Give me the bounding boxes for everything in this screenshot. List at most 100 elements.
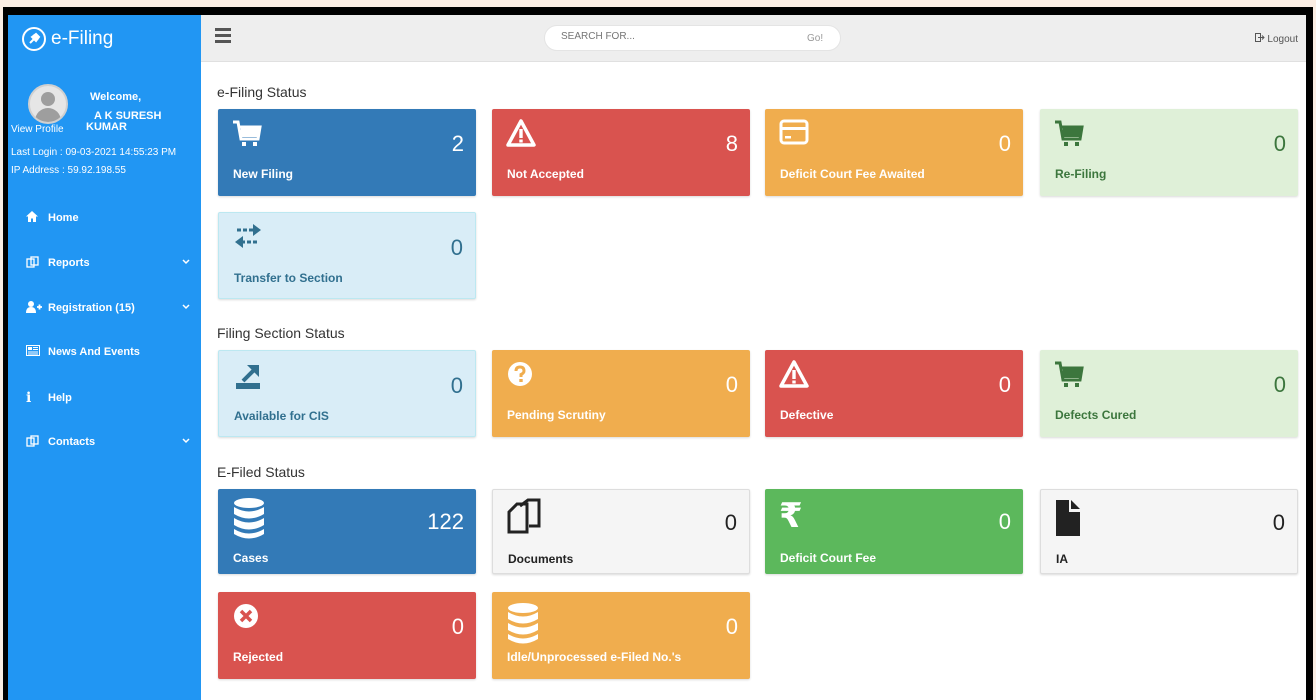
sidebar-item-reports[interactable]: Reports (8, 248, 201, 278)
sidebar-item-label: Registration (15) (48, 302, 135, 314)
count: 0 (1272, 510, 1285, 535)
cart-icon (232, 119, 262, 154)
sidebar-item-label: Help (48, 392, 72, 404)
database-icon (506, 602, 540, 651)
count: 0 (725, 614, 738, 639)
search-box: Go! (544, 25, 841, 51)
tile-label: Deficit Court Fee (780, 551, 877, 565)
go-button[interactable]: Go! (807, 33, 823, 44)
sidebar-item-registration[interactable]: Registration (15) (8, 293, 201, 323)
tile-label: Transfer to Section (234, 271, 343, 285)
sign-out-icon (1254, 33, 1268, 45)
last-login: Last Login : 09-03-2021 14:55:23 PM (11, 147, 177, 158)
tile-deficit-court-fee-awaited[interactable]: 0 Deficit Court Fee Awaited (765, 109, 1023, 196)
sidebar-item-label: Home (48, 212, 79, 224)
brand-title: e-Filing (51, 27, 114, 49)
count: 0 (1273, 372, 1286, 397)
welcome-text: Welcome, (90, 91, 142, 103)
avatar[interactable] (28, 84, 68, 124)
gavel-logo-icon (22, 26, 46, 51)
rupee-icon: ₹ (779, 496, 803, 536)
home-icon (26, 211, 48, 225)
tile-not-accepted[interactable]: 8 Not Accepted (492, 109, 750, 196)
tile-label: Cases (233, 551, 269, 565)
tile-label: Rejected (233, 650, 284, 664)
tile-label: Pending Scrutiny (507, 408, 606, 422)
tile-idle-unprocessed[interactable]: 0 Idle/Unprocessed e-Filed No.'s (492, 592, 750, 679)
sidebar-item-label: Reports (48, 257, 90, 269)
exchange-icon (233, 223, 263, 254)
files-icon (507, 498, 541, 543)
count: 0 (998, 509, 1011, 534)
tile-label: Available for CIS (234, 409, 329, 423)
sidebar-item-label: News And Events (48, 346, 140, 358)
count: 0 (998, 372, 1011, 397)
warning-icon (779, 360, 809, 393)
info-icon: i (26, 390, 32, 406)
copy-icon (26, 434, 48, 450)
count: 0 (724, 510, 737, 535)
count: 2 (451, 131, 464, 156)
question-circle-icon (506, 360, 536, 395)
tile-ia[interactable]: 0 IA (1040, 489, 1298, 574)
count: 0 (1273, 131, 1286, 156)
tile-deficit-court-fee[interactable]: ₹ 0 Deficit Court Fee (765, 489, 1023, 574)
tile-pending-scrutiny[interactable]: 0 Pending Scrutiny (492, 350, 750, 437)
section-title-efiling: e-Filing Status (217, 84, 307, 100)
logout-label: Logout (1267, 34, 1298, 45)
sidebar-item-label: Contacts (48, 436, 96, 448)
tile-new-filing[interactable]: 2 New Filing (218, 109, 476, 196)
menu-toggle-icon[interactable] (215, 28, 231, 43)
user-name: A K SURESH KUMAR (86, 110, 162, 133)
logout-button[interactable]: Logout (1254, 33, 1298, 45)
brand[interactable]: e-Filing (8, 15, 201, 62)
copy-icon (26, 255, 48, 271)
warning-icon (506, 119, 536, 152)
cart-icon (1054, 360, 1084, 395)
sidebar-item-help[interactable]: i Help (8, 383, 201, 413)
section-title-efiled: E-Filed Status (217, 464, 305, 480)
chevron-down-icon (182, 438, 190, 444)
sidebar-item-news[interactable]: News And Events (8, 337, 201, 367)
tile-re-filing[interactable]: 0 Re-Filing (1040, 109, 1298, 196)
credit-card-icon (779, 119, 809, 150)
search-input[interactable] (561, 31, 781, 42)
tile-documents[interactable]: 0 Documents (492, 489, 750, 574)
tile-label: Deficit Court Fee Awaited (780, 167, 925, 181)
app: e-Filing Welcome, A K SURESH KUMAR View … (8, 15, 1306, 700)
count: 122 (427, 509, 464, 534)
add-user-icon (26, 300, 48, 316)
chevron-down-icon (182, 259, 190, 265)
sidebar-item-contacts[interactable]: Contacts (8, 427, 201, 457)
file-icon (1055, 498, 1081, 543)
view-profile-link[interactable]: View Profile (11, 124, 64, 135)
tile-cases[interactable]: 122 Cases (218, 489, 476, 574)
topbar: Go! Logout (201, 15, 1306, 62)
count: 0 (451, 614, 464, 639)
tile-label: New Filing (233, 167, 293, 181)
count: 8 (725, 131, 738, 156)
chevron-down-icon (182, 304, 190, 310)
count: 0 (998, 131, 1011, 156)
tile-label: IA (1056, 552, 1068, 566)
tile-rejected[interactable]: 0 Rejected (218, 592, 476, 679)
sidebar-item-home[interactable]: Home (8, 203, 201, 233)
ip-address: IP Address : 59.92.198.55 (11, 165, 126, 176)
count: 0 (450, 373, 463, 398)
tile-label: Re-Filing (1055, 167, 1107, 181)
tile-available-for-cis[interactable]: 0 Available for CIS (218, 350, 476, 437)
newspaper-icon (26, 345, 48, 359)
count: 0 (450, 235, 463, 260)
user-profile: Welcome, A K SURESH KUMAR View Profile L… (8, 62, 201, 200)
database-icon (232, 497, 266, 546)
tile-defective[interactable]: 0 Defective (765, 350, 1023, 437)
times-circle-icon (232, 602, 262, 637)
count: 0 (725, 372, 738, 397)
tile-transfer-to-section[interactable]: 0 Transfer to Section (218, 212, 476, 299)
cart-icon (1054, 119, 1084, 154)
tile-label: Defects Cured (1055, 408, 1137, 422)
tile-label: Defective (780, 408, 834, 422)
upload-arrow-icon (233, 361, 263, 396)
tile-defects-cured[interactable]: 0 Defects Cured (1040, 350, 1298, 437)
sidebar: e-Filing Welcome, A K SURESH KUMAR View … (8, 15, 201, 700)
